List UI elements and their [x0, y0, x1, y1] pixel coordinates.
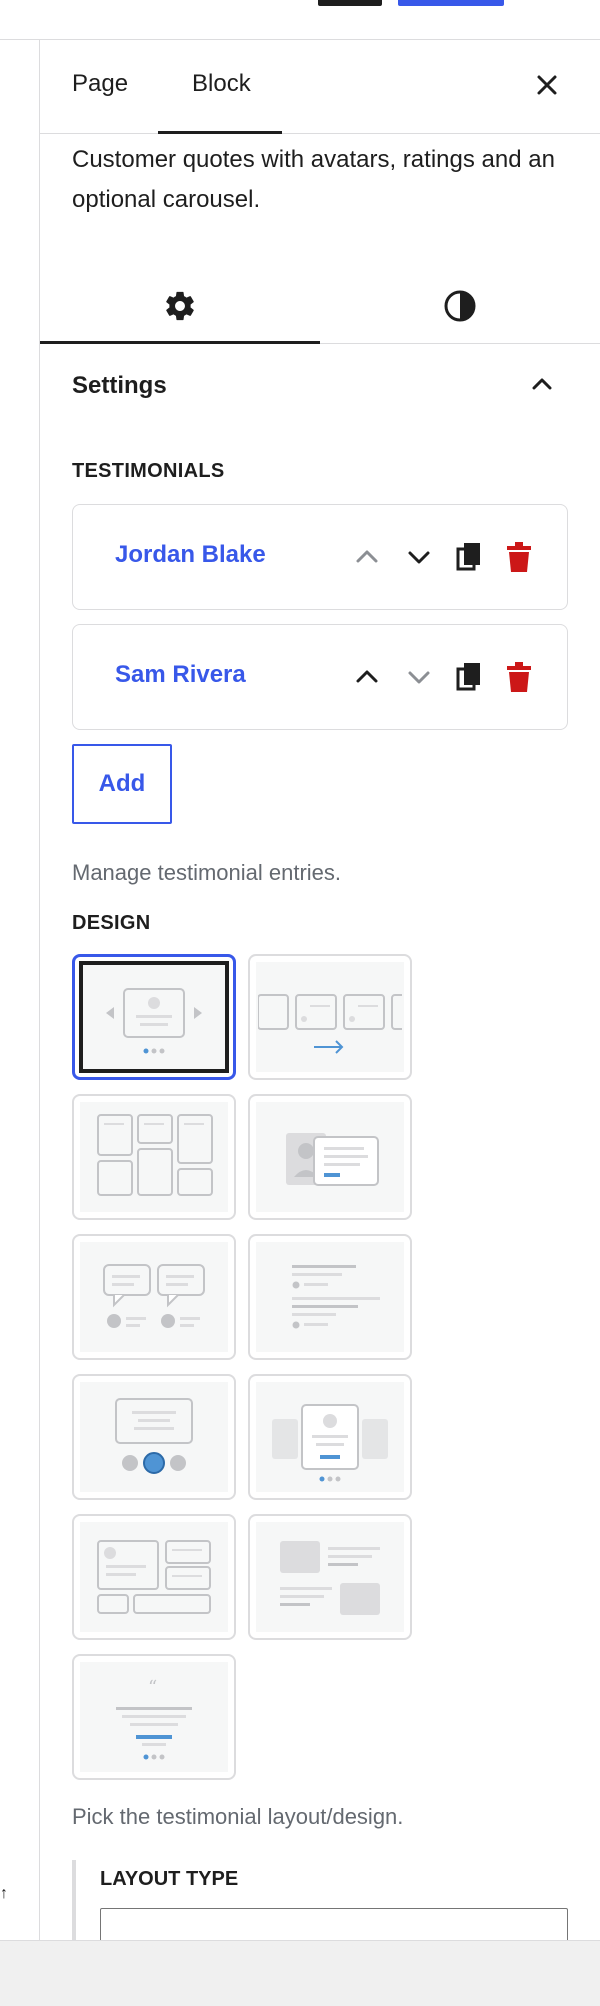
design-option-quote-slider[interactable]: “: [72, 1654, 236, 1780]
spotlight-thumb-icon: [272, 1404, 388, 1482]
move-up-button[interactable]: [347, 657, 387, 697]
tab-settings[interactable]: [40, 268, 320, 344]
design-option-carousel[interactable]: [72, 954, 236, 1080]
close-icon: [537, 75, 557, 95]
design-option-profile-card[interactable]: [248, 1094, 412, 1220]
design-option-slider-row[interactable]: [248, 954, 412, 1080]
mixed-grid-thumb-icon: [97, 1540, 211, 1614]
delete-button[interactable]: [499, 537, 539, 577]
alternating-thumb-icon: [280, 1541, 380, 1615]
svg-text:“: “: [148, 1677, 157, 1698]
design-option-masonry[interactable]: [72, 1094, 236, 1220]
carousel-thumb-icon: [106, 988, 202, 1054]
toolbar-save-button[interactable]: [398, 0, 504, 6]
testimonial-item-name[interactable]: Jordan Blake: [115, 541, 266, 569]
editor-footer-bar: [0, 1940, 600, 2006]
move-up-button[interactable]: [347, 537, 387, 577]
settings-panel-title: Settings: [72, 372, 167, 399]
trash-icon: [507, 662, 531, 692]
design-help-text: Pick the testimonial layout/design.: [72, 1804, 404, 1829]
design-option-alternating[interactable]: [248, 1514, 412, 1640]
editor-canvas-edge: ↑: [0, 40, 40, 1940]
settings-styles-tabs: [40, 268, 600, 344]
move-down-button[interactable]: [399, 537, 439, 577]
move-down-button[interactable]: [399, 657, 439, 697]
delete-button[interactable]: [499, 657, 539, 697]
speech-bubbles-thumb-icon: [103, 1264, 205, 1328]
settings-panel-toggle[interactable]: Settings: [40, 344, 600, 428]
duplicate-button[interactable]: [449, 537, 489, 577]
block-settings-sidebar: Page Block Customer quotes with avatars,…: [40, 40, 600, 1980]
design-label: DESIGN: [72, 912, 151, 934]
chevron-up-icon: [356, 550, 378, 563]
block-description: Customer quotes with avatars, ratings an…: [72, 146, 555, 213]
tab-page[interactable]: Page: [72, 70, 128, 98]
trash-icon: [507, 542, 531, 572]
duplicate-button[interactable]: [449, 657, 489, 697]
add-testimonial-button[interactable]: Add: [72, 744, 172, 824]
layout-type-label: LAYOUT TYPE: [100, 1868, 239, 1890]
design-option-text-list[interactable]: [248, 1234, 412, 1360]
chevron-up-icon: [532, 378, 552, 390]
edge-arrow-icon: ↑: [0, 1885, 8, 1902]
tab-block[interactable]: Block: [192, 70, 251, 98]
contrast-icon: [444, 290, 476, 322]
profile-card-thumb-icon: [286, 1133, 379, 1186]
copy-icon: [456, 663, 480, 691]
toolbar-dark-button[interactable]: [318, 0, 382, 6]
sidebar-tabs: Page Block: [40, 40, 600, 134]
editor-top-toolbar: [0, 0, 600, 40]
close-sidebar-button[interactable]: [530, 68, 564, 102]
gear-icon: [166, 291, 194, 321]
chevron-down-icon: [408, 551, 430, 564]
testimonials-label: TESTIMONIALS: [72, 460, 225, 482]
chevron-down-icon: [408, 671, 430, 684]
text-list-thumb-icon: [292, 1265, 380, 1329]
design-option-spotlight[interactable]: [248, 1374, 412, 1500]
testimonial-item: Jordan Blake: [72, 504, 568, 610]
tab-styles[interactable]: [320, 268, 600, 344]
design-option-avatar-nav[interactable]: [72, 1374, 236, 1500]
quote-slider-thumb-icon: “: [116, 1677, 192, 1760]
chevron-up-icon: [356, 670, 378, 683]
testimonial-item-name[interactable]: Sam Rivera: [115, 661, 246, 689]
active-tab-indicator: [158, 131, 282, 134]
testimonials-help-text: Manage testimonial entries.: [72, 860, 342, 885]
slider-row-thumb-icon: [258, 994, 402, 1054]
masonry-thumb-icon: [97, 1114, 213, 1196]
design-option-speech-bubbles[interactable]: [72, 1234, 236, 1360]
design-option-mixed-grid[interactable]: [72, 1514, 236, 1640]
copy-icon: [456, 543, 480, 571]
testimonial-item: Sam Rivera: [72, 624, 568, 730]
avatar-nav-thumb-icon: [115, 1398, 193, 1474]
